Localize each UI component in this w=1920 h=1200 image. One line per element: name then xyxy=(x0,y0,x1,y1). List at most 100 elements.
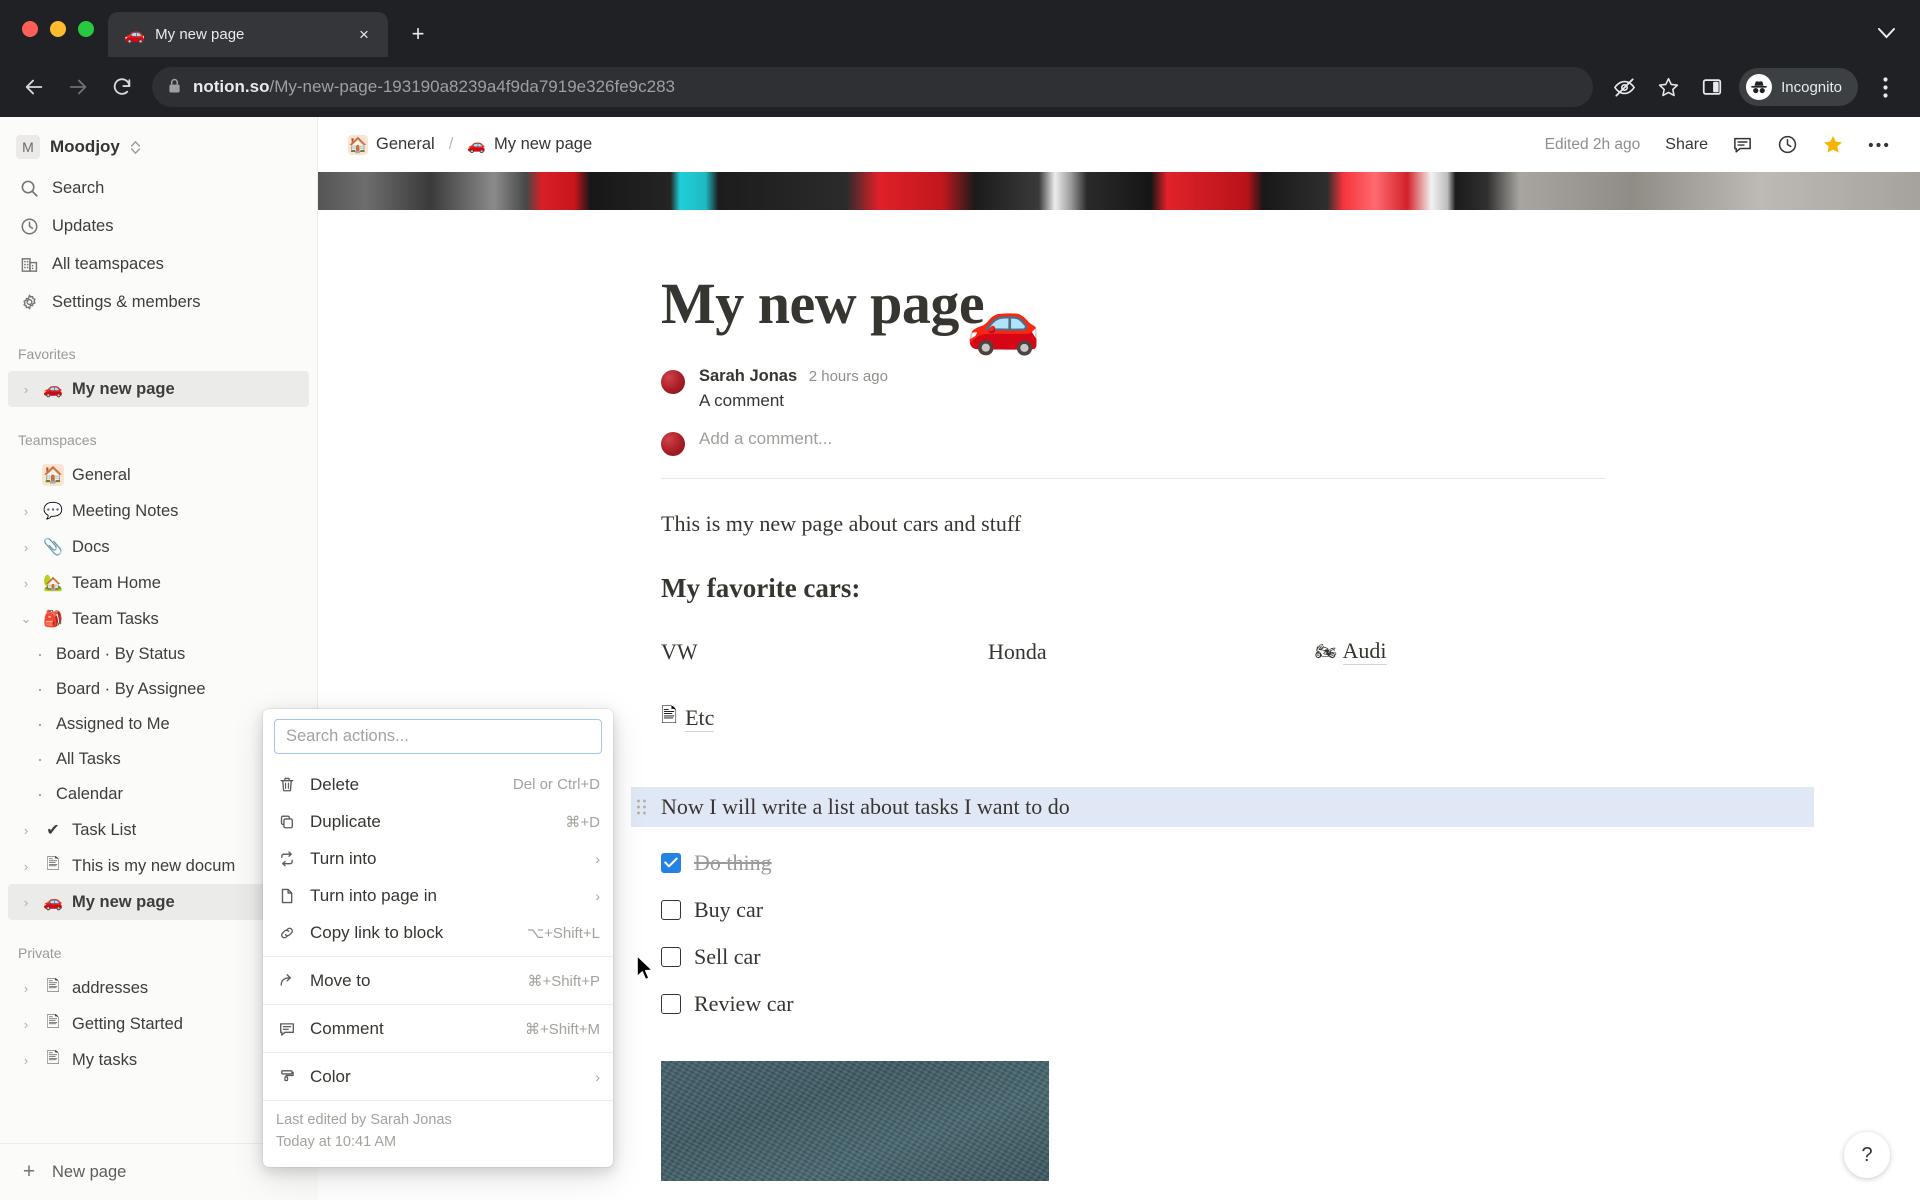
history-clock-icon[interactable] xyxy=(1768,128,1807,162)
column-text: Honda xyxy=(987,638,1047,664)
sidebar-child-board-by-status[interactable]: · Board · By Status xyxy=(8,637,309,672)
column-honda[interactable]: Honda xyxy=(988,638,1315,665)
selected-block[interactable]: Now I will write a list about tasks I wa… xyxy=(631,787,1814,827)
context-menu-item-delete[interactable]: Delete Del or Ctrl+D xyxy=(263,766,613,803)
sidebar-favorite-my-new-page[interactable]: › 🚗 My new page xyxy=(8,371,309,407)
sidebar-item-updates[interactable]: Updates xyxy=(8,207,309,245)
context-menu-group-1: Delete Del or Ctrl+D Duplicate ⌘+D Turn … xyxy=(263,761,613,956)
context-menu-item-copy-link-to-block[interactable]: Copy link to block ⌥+Shift+L xyxy=(263,914,613,951)
page-title[interactable]: My new page xyxy=(661,270,1589,337)
maximize-window-button[interactable] xyxy=(78,20,94,37)
context-menu-label: Copy link to block xyxy=(310,922,444,942)
sidebar-item-team-home[interactable]: › 🏡 Team Home xyxy=(8,565,309,601)
todo-item[interactable]: Buy car xyxy=(661,886,1589,933)
sidebar-item-team-tasks[interactable]: ⌄ 🎒 Team Tasks xyxy=(8,601,309,637)
column-audi[interactable]: 🏍 Audi xyxy=(1315,638,1589,665)
comment-divider xyxy=(661,478,1606,479)
more-ellipsis-icon[interactable] xyxy=(1859,128,1898,162)
share-button[interactable]: Share xyxy=(1656,128,1717,162)
chevron-right-icon[interactable]: › xyxy=(18,895,34,910)
favorite-star-filled-icon[interactable] xyxy=(1813,128,1853,162)
checkbox-unchecked[interactable] xyxy=(661,899,681,920)
context-menu-item-move-to[interactable]: Move to ⌘+Shift+P xyxy=(263,962,613,999)
todo-item[interactable]: Review car xyxy=(661,980,1589,1027)
sidebar-item-label: Meeting Notes xyxy=(72,501,179,520)
reload-button[interactable] xyxy=(102,67,142,107)
context-menu-item-turn-into[interactable]: Turn into › xyxy=(263,840,613,877)
sidebar-item-general[interactable]: 🏠 General xyxy=(8,457,309,493)
paperclip-emoji-icon: 📎 xyxy=(43,539,63,556)
column-text[interactable]: Audi xyxy=(1342,638,1387,665)
chevron-down-icon[interactable]: ⌄ xyxy=(18,611,34,627)
column-vw[interactable]: VW xyxy=(661,638,988,665)
add-comment-placeholder[interactable]: Add a comment... xyxy=(699,429,832,449)
chevron-right-icon[interactable]: › xyxy=(18,540,34,555)
checkbox-checked[interactable] xyxy=(661,852,681,873)
clock-icon xyxy=(18,217,40,236)
context-menu-item-duplicate[interactable]: Duplicate ⌘+D xyxy=(263,803,613,840)
sidebar-item-label: My new page xyxy=(72,379,175,398)
new-tab-button[interactable]: + xyxy=(398,14,438,54)
duplicate-icon xyxy=(276,813,298,831)
sidebar-item-meeting-notes[interactable]: › 💬 Meeting Notes xyxy=(8,493,309,529)
avatar xyxy=(661,370,685,394)
etc-page-link[interactable]: 🖹 Etc xyxy=(661,701,1589,735)
context-menu-item-color[interactable]: Color › xyxy=(263,1058,613,1095)
browser-tab[interactable]: 🚗 My new page × xyxy=(108,12,388,57)
address-bar[interactable]: notion.so/My-new-page-193190a8239a4f9da7… xyxy=(152,67,1594,107)
sidebar-item-search[interactable]: Search xyxy=(8,169,309,207)
back-button[interactable] xyxy=(14,67,54,107)
checkbox-unchecked[interactable] xyxy=(661,946,681,967)
chevron-right-icon[interactable]: › xyxy=(18,382,34,397)
todo-label: Sell car xyxy=(694,943,761,969)
bullet-icon: · xyxy=(37,749,43,770)
context-menu-label: Duplicate xyxy=(310,811,381,831)
kebab-menu-icon[interactable] xyxy=(1864,66,1906,108)
chevron-right-icon[interactable]: › xyxy=(18,823,34,838)
help-button[interactable]: ? xyxy=(1844,1132,1890,1178)
context-menu-item-turn-into-page-in[interactable]: Turn into page in › xyxy=(263,877,613,914)
minimize-window-button[interactable] xyxy=(50,20,66,37)
context-menu-item-comment[interactable]: Comment ⌘+Shift+M xyxy=(263,1010,613,1047)
chevron-right-icon[interactable]: › xyxy=(18,981,34,996)
sidebar-item-settings-members[interactable]: Settings & members xyxy=(8,283,309,321)
embedded-image-block[interactable] xyxy=(661,1061,1049,1181)
car-emoji-icon: 🚗 xyxy=(43,381,63,398)
chevron-right-icon: › xyxy=(595,887,600,904)
breadcrumb-my-new-page[interactable]: 🚗 My new page xyxy=(461,132,598,157)
close-window-button[interactable] xyxy=(22,20,38,37)
drag-handle-icon[interactable] xyxy=(637,799,646,815)
sidebar-item-docs[interactable]: › 📎 Docs xyxy=(8,529,309,565)
tab-search-chevron-down-icon[interactable] xyxy=(1872,19,1900,47)
close-tab-icon[interactable]: × xyxy=(352,23,376,47)
todo-item[interactable]: Sell car xyxy=(661,933,1589,980)
sidebar-child-board-by-assignee[interactable]: · Board · By Assignee xyxy=(8,672,309,707)
workspace-switcher[interactable]: M Moodjoy xyxy=(8,125,309,169)
page-cover-image[interactable] xyxy=(318,172,1920,210)
checkbox-unchecked[interactable] xyxy=(661,993,681,1014)
eye-off-icon[interactable] xyxy=(1603,66,1645,108)
sidebar-item-label: All Tasks xyxy=(56,750,121,768)
profile-incognito-button[interactable]: Incognito xyxy=(1739,68,1858,106)
chevron-right-icon[interactable]: › xyxy=(18,1017,34,1032)
search-actions-input[interactable] xyxy=(274,719,602,754)
chevron-right-icon[interactable]: › xyxy=(18,576,34,591)
sidebar-item-label: Board · By Assignee xyxy=(56,680,206,698)
racing-car-emoji-icon: 🏍 xyxy=(1314,641,1337,661)
bookmark-star-outline-icon[interactable] xyxy=(1647,66,1689,108)
chevron-right-icon[interactable]: › xyxy=(18,1053,34,1068)
comment-body: Sarah Jonas 2 hours ago A comment xyxy=(699,367,888,411)
heading-block[interactable]: My favorite cars: xyxy=(661,573,1589,604)
side-panel-icon[interactable] xyxy=(1691,66,1733,108)
add-comment-row[interactable]: Add a comment... xyxy=(661,429,1589,456)
forward-button[interactable] xyxy=(58,67,98,107)
breadcrumb-general[interactable]: 🏠 General xyxy=(342,132,441,158)
sidebar-item-all-teamspaces[interactable]: All teamspaces xyxy=(8,245,309,283)
todo-item[interactable]: Do thing xyxy=(661,839,1589,886)
url-path: /My-new-page-193190a8239a4f9da7919e326fe… xyxy=(269,77,675,96)
page-icon-car-emoji[interactable]: 🚗 xyxy=(966,293,1041,353)
chevron-right-icon[interactable]: › xyxy=(18,504,34,519)
paragraph-block[interactable]: This is my new page about cars and stuff xyxy=(661,511,1589,537)
comment-icon[interactable] xyxy=(1723,128,1762,162)
chevron-right-icon[interactable]: › xyxy=(18,859,34,874)
